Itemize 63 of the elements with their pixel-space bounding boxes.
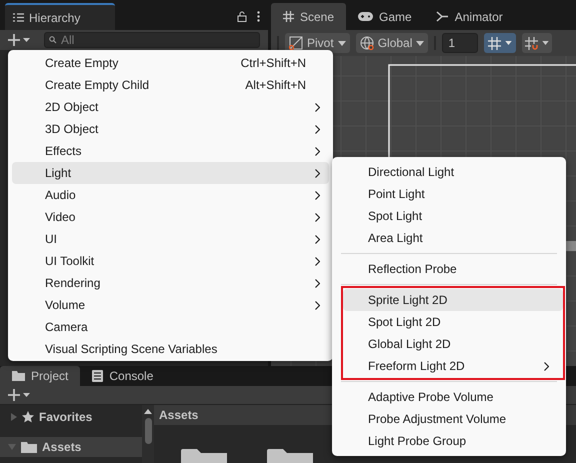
search-icon bbox=[49, 36, 58, 44]
menu-item[interactable]: Spot Light bbox=[332, 205, 566, 227]
menu-item[interactable]: Light Probe Group bbox=[332, 430, 566, 452]
favorites-label[interactable]: Favorites bbox=[39, 408, 92, 426]
menu-item[interactable]: Visual Scripting Scene Variables bbox=[12, 338, 329, 360]
grid-magnet-icon bbox=[525, 36, 540, 50]
menu-item[interactable]: Audio bbox=[12, 184, 329, 206]
grid-icon bbox=[283, 11, 294, 22]
grid-snap-button[interactable] bbox=[484, 33, 516, 53]
search-field[interactable]: All bbox=[44, 32, 260, 48]
globe-icon bbox=[360, 36, 374, 50]
menu-item[interactable]: Effects bbox=[12, 140, 329, 162]
pivot-icon bbox=[289, 36, 303, 50]
console-icon bbox=[92, 370, 104, 382]
grid-snap-toggle-button[interactable] bbox=[522, 33, 552, 53]
folder-icon bbox=[12, 371, 25, 381]
menu-item[interactable]: Volume bbox=[12, 294, 329, 316]
menu-item[interactable]: UI bbox=[12, 228, 329, 250]
caret-icon bbox=[542, 41, 550, 45]
global-dropdown[interactable]: Global bbox=[356, 33, 428, 53]
caret-icon bbox=[338, 40, 346, 46]
menu-item[interactable]: 3D Object bbox=[12, 118, 329, 140]
scrollbar[interactable] bbox=[142, 405, 154, 463]
menu-item[interactable]: Camera bbox=[12, 316, 329, 338]
caret-icon bbox=[416, 40, 424, 46]
gamepad-icon bbox=[358, 12, 374, 21]
menu-item[interactable]: Probe Adjustment Volume bbox=[332, 408, 566, 430]
assets-header: Assets bbox=[159, 407, 198, 424]
menu-item[interactable]: Create Empty Ctrl+Shift+N bbox=[12, 52, 329, 74]
menu-item[interactable]: Reflection Probe bbox=[332, 258, 566, 280]
menu-item[interactable]: 2D Object bbox=[12, 96, 329, 118]
folder-icon bbox=[181, 449, 227, 463]
tab[interactable]: Project bbox=[0, 366, 80, 386]
menu-item[interactable]: Create Empty Child Alt+Shift+N bbox=[12, 74, 329, 96]
tab[interactable]: Scene bbox=[271, 3, 346, 30]
menu-item[interactable]: Light bbox=[12, 162, 329, 184]
menu-item[interactable]: Area Light bbox=[332, 227, 566, 249]
menu-item[interactable]: Sprite Light 2D bbox=[343, 289, 563, 311]
menu-item[interactable]: Video bbox=[12, 206, 329, 228]
menu-item[interactable]: Directional Light bbox=[332, 161, 566, 183]
menu-item[interactable]: Adaptive Probe Volume bbox=[332, 386, 566, 408]
grid-icon bbox=[488, 36, 502, 50]
caret-icon bbox=[505, 41, 512, 45]
tab[interactable]: Animator bbox=[424, 3, 515, 30]
lock-icon[interactable] bbox=[237, 11, 247, 22]
more-options-icon[interactable] bbox=[257, 11, 260, 22]
tab[interactable]: Game bbox=[346, 3, 424, 30]
tree-row[interactable]: Assets bbox=[0, 437, 142, 457]
tab[interactable]: Console bbox=[80, 366, 166, 386]
menu-item[interactable]: Point Light bbox=[332, 183, 566, 205]
menu-item[interactable]: UI Toolkit bbox=[12, 250, 329, 272]
star-icon bbox=[22, 411, 34, 423]
animator-icon bbox=[436, 11, 449, 22]
menu-item[interactable]: Freeform Light 2D bbox=[343, 355, 563, 377]
hierarchy-tab[interactable]: Hierarchy bbox=[5, 3, 115, 30]
menu-item[interactable]: Rendering bbox=[12, 272, 329, 294]
folder-icon bbox=[21, 441, 37, 453]
menu-item[interactable]: Spot Light 2D bbox=[343, 311, 563, 333]
list-icon bbox=[13, 13, 24, 22]
increment-field[interactable]: 1 bbox=[442, 33, 478, 53]
scroll-up-icon[interactable] bbox=[144, 409, 152, 414]
menu-item[interactable]: Global Light 2D bbox=[343, 333, 563, 355]
folder-icon bbox=[267, 449, 313, 463]
